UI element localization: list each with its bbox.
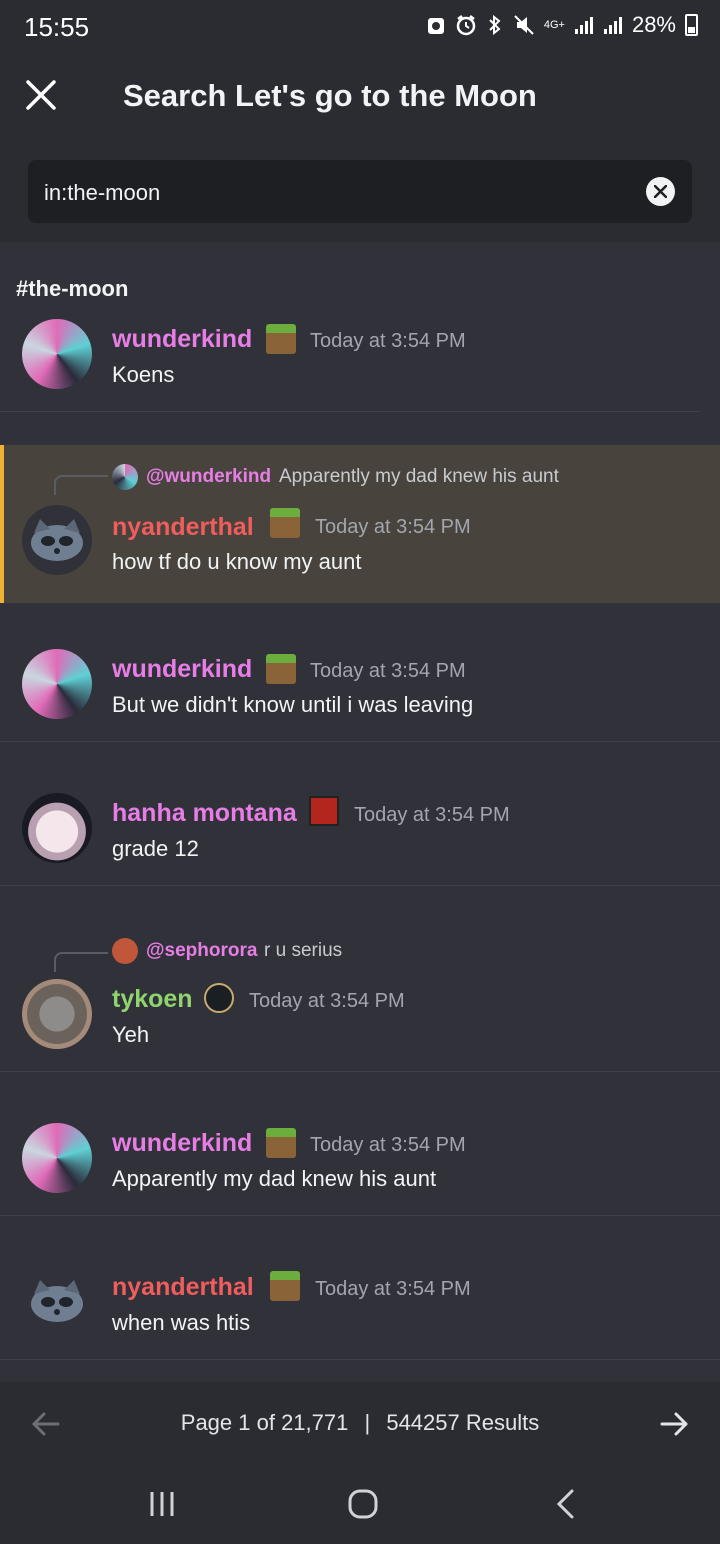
status-icons: 4G+ 28% (426, 12, 698, 38)
raccoon-icon (31, 1280, 83, 1322)
page-indicator: Page 1 of 21,771 (180, 1410, 349, 1435)
result-divider (0, 1071, 720, 1072)
reply-preview[interactable]: r u serius (264, 940, 342, 962)
battery-icon (685, 14, 698, 36)
arrow-right-icon (660, 1412, 688, 1436)
recent-apps-button[interactable] (146, 1488, 178, 1525)
message-content: Yeh (112, 1022, 150, 1047)
reply-connector (54, 952, 108, 972)
avatar[interactable] (22, 649, 92, 719)
league-of-legends-icon (204, 983, 234, 1013)
message-timestamp: Today at 3:54 PM (315, 1278, 471, 1300)
message-content: when was htis (112, 1310, 251, 1335)
status-time: 15:55 (24, 12, 90, 42)
search-result-message[interactable]: nyanderthal Today at 3:54 PM when was ht… (0, 1258, 720, 1360)
back-button[interactable] (552, 1488, 580, 1525)
avatar[interactable] (22, 1266, 92, 1336)
pagination-info: Page 1 of 21,771 | 544257 Results (0, 1410, 720, 1436)
minecraft-grass-block-icon (270, 1271, 300, 1301)
bluetooth-icon (486, 14, 504, 36)
reply-author[interactable]: @sephorora (146, 940, 257, 962)
search-result-message[interactable]: wunderkind Today at 3:54 PM Apparently m… (0, 1114, 720, 1216)
signal-icon-1 (574, 15, 594, 35)
search-bar (28, 160, 692, 225)
avatar[interactable] (22, 1123, 92, 1193)
reply-author[interactable]: @wunderkind (146, 466, 271, 488)
message-timestamp: Today at 3:54 PM (310, 1134, 466, 1156)
avatar[interactable] (22, 319, 92, 389)
message-content: how tf do u know my aunt (112, 549, 362, 574)
author-name[interactable]: tykoen (112, 985, 193, 1014)
minecraft-grass-block-icon (266, 654, 296, 684)
author-name[interactable]: nyanderthal (112, 513, 254, 542)
author-name[interactable]: hanha montana (112, 799, 297, 828)
message-timestamp: Today at 3:54 PM (354, 804, 510, 826)
pagination-separator: | (364, 1410, 371, 1435)
reply-avatar (112, 938, 138, 964)
search-result-message[interactable]: hanha montana Today at 3:54 PM grade 12 (0, 784, 720, 886)
message-content: But we didn't know until i was leaving (112, 692, 474, 717)
author-name[interactable]: wunderkind (112, 325, 252, 354)
message-content: grade 12 (112, 836, 199, 861)
message-timestamp: Today at 3:54 PM (315, 516, 471, 538)
reply-avatar (112, 464, 138, 490)
message-timestamp: Today at 3:54 PM (310, 660, 466, 682)
battery-percent: 28% (631, 12, 676, 37)
reply-preview[interactable]: Apparently my dad knew his aunt (279, 466, 559, 488)
screenshot-icon (426, 14, 446, 36)
dota2-icon (309, 796, 339, 826)
search-result-message[interactable]: wunderkind Today at 3:54 PM Koens (0, 310, 720, 412)
close-icon (26, 80, 56, 110)
author-name[interactable]: nyanderthal (112, 1273, 254, 1302)
search-header: Search Let's go to the Moon (0, 62, 720, 132)
alarm-icon (455, 14, 477, 36)
result-divider (0, 741, 720, 742)
pagination-bar: Page 1 of 21,771 | 544257 Results (0, 1382, 720, 1466)
author-name[interactable]: wunderkind (112, 1129, 252, 1158)
search-input[interactable] (42, 160, 626, 225)
mute-icon (513, 14, 535, 36)
avatar[interactable] (22, 505, 92, 575)
result-divider (0, 885, 720, 886)
result-divider (0, 411, 700, 412)
message-timestamp: Today at 3:54 PM (249, 990, 405, 1012)
search-result-message-highlighted[interactable]: @wunderkind Apparently my dad knew his a… (0, 445, 720, 603)
search-result-message[interactable]: wunderkind Today at 3:54 PM But we didn'… (0, 640, 720, 742)
message-timestamp: Today at 3:54 PM (310, 330, 466, 352)
status-bar: 15:55 4G+ 28% (0, 0, 720, 56)
back-icon (556, 1489, 574, 1519)
next-page-button[interactable] (656, 1406, 692, 1442)
system-navigation-bar (0, 1466, 720, 1544)
reply-connector (54, 475, 108, 495)
avatar[interactable] (22, 793, 92, 863)
result-divider (0, 1215, 720, 1216)
results-count: 544257 Results (386, 1410, 540, 1435)
raccoon-icon (31, 519, 83, 561)
clear-icon (654, 185, 667, 198)
avatar[interactable] (22, 979, 92, 1049)
home-button[interactable] (346, 1488, 380, 1525)
network-type-label: 4G+ (543, 19, 565, 31)
home-icon (348, 1489, 378, 1519)
top-bar: 15:55 4G+ 28% Search Let's go to the Moo… (0, 0, 720, 242)
minecraft-grass-block-icon (266, 1128, 296, 1158)
minecraft-grass-block-icon (266, 324, 296, 354)
clear-search-button[interactable] (646, 177, 675, 206)
signal-icon-2 (603, 15, 623, 35)
search-result-message[interactable]: @sephorora r u serius tykoen Today at 3:… (0, 922, 720, 1072)
author-name[interactable]: wunderkind (112, 655, 252, 684)
message-content: Koens (112, 362, 175, 387)
message-content: Apparently my dad knew his aunt (112, 1166, 437, 1191)
channel-label: #the-moon (16, 276, 129, 301)
result-divider (0, 1359, 720, 1360)
minecraft-grass-block-icon (270, 508, 300, 538)
recent-apps-icon (150, 1492, 174, 1516)
close-button[interactable] (22, 76, 60, 114)
page-title: Search Let's go to the Moon (123, 78, 537, 113)
